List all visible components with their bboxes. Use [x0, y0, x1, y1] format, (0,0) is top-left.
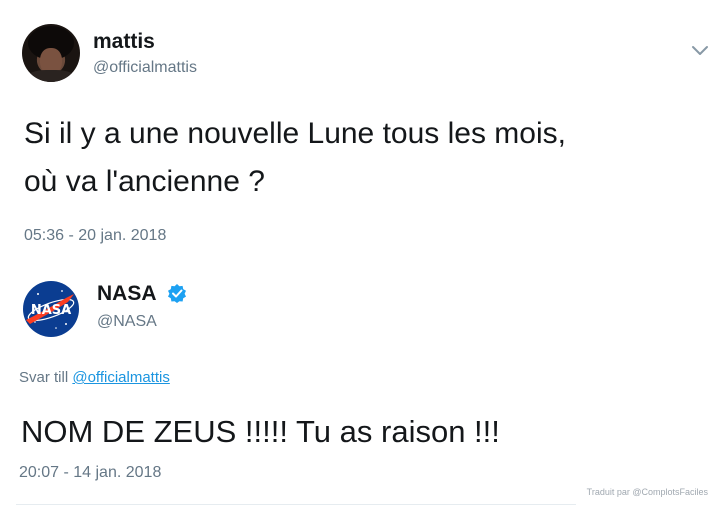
nasa-logo-avatar[interactable]: NASA: [22, 280, 80, 338]
watermark: Traduit par @ComplotsFaciles: [586, 487, 708, 497]
tweet-text: Si il y a une nouvelle Lune tous les moi…: [24, 110, 704, 206]
svg-text:NASA: NASA: [31, 303, 71, 318]
reply-prefix: Svar till: [19, 369, 69, 386]
reply-context: Svar till @officialmattis: [19, 369, 170, 386]
author-name[interactable]: mattis: [93, 30, 155, 54]
tweet1-header: mattis @officialmattis: [22, 24, 712, 84]
author-name[interactable]: NASA: [97, 282, 157, 306]
chevron-down-icon[interactable]: [690, 44, 710, 58]
author-handle[interactable]: @NASA: [97, 313, 157, 331]
tweet-timestamp[interactable]: 20:07 - 14 jan. 2018: [19, 464, 161, 482]
tweet-timestamp[interactable]: 05:36 - 20 jan. 2018: [24, 227, 166, 245]
avatar-shirt: [26, 70, 76, 82]
tweet-text: NOM DE ZEUS !!!!! Tu as raison !!!: [21, 414, 500, 449]
verified-badge-icon: [168, 284, 186, 303]
tweet-text-line: Si il y a une nouvelle Lune tous les moi…: [24, 117, 566, 150]
reply-to-link[interactable]: @officialmattis: [72, 369, 169, 386]
tweet-text-line: où va l'ancienne ?: [24, 165, 265, 198]
divider: [16, 504, 576, 505]
author-handle[interactable]: @officialmattis: [93, 59, 197, 77]
avatar[interactable]: [22, 24, 80, 82]
